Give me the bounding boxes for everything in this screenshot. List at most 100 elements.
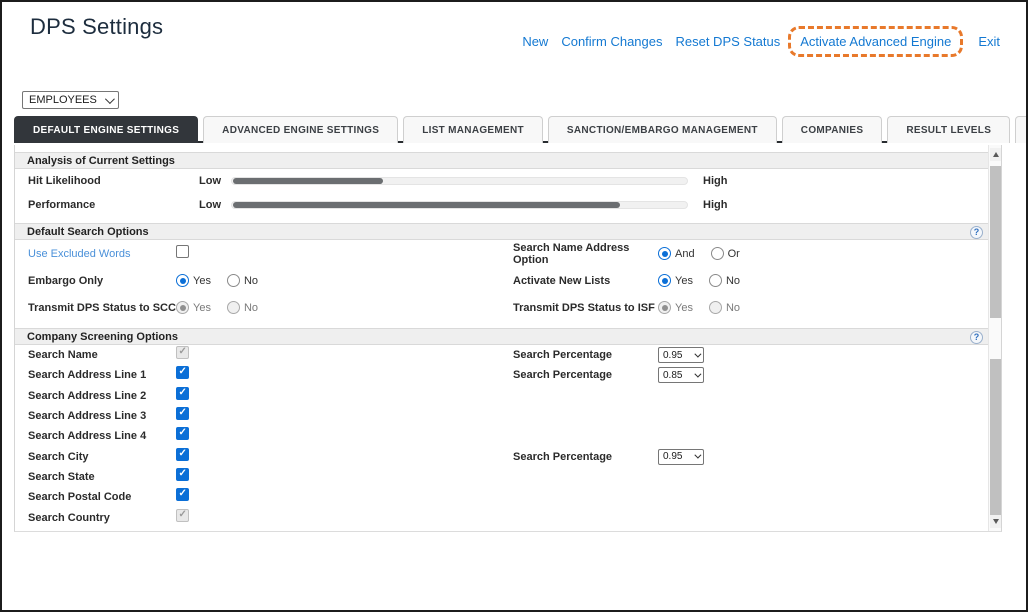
section-default-search-options: Default Search Options ? Use Excluded Wo… xyxy=(15,223,988,321)
screening-row: Search Address Line 2 xyxy=(15,386,988,406)
activate-new-lists-radio-group: Yes No xyxy=(658,274,988,287)
exit-link[interactable]: Exit xyxy=(978,34,1000,49)
scroll-up-button[interactable] xyxy=(990,148,1001,161)
radio-label: And xyxy=(675,248,695,260)
low-label: Low xyxy=(199,199,231,211)
confirm-changes-link[interactable]: Confirm Changes xyxy=(561,34,662,49)
new-link[interactable]: New xyxy=(522,34,548,49)
chevron-down-icon xyxy=(694,370,701,377)
screening-row: Search State xyxy=(15,467,988,487)
radio-or[interactable] xyxy=(711,247,724,260)
chevron-down-icon xyxy=(105,94,115,104)
scroll-down-button[interactable] xyxy=(990,515,1001,528)
radio-and[interactable] xyxy=(658,247,671,260)
use-excluded-words-link[interactable]: Use Excluded Words xyxy=(28,248,176,260)
help-icon[interactable]: ? xyxy=(970,331,983,344)
meter-fill xyxy=(233,178,383,184)
tab-advanced-engine-settings[interactable]: ADVANCED ENGINE SETTINGS xyxy=(203,116,398,143)
action-bar: New Confirm Changes Reset DPS Status Act… xyxy=(509,26,1000,57)
scrollbar-thumb[interactable] xyxy=(990,166,1001,318)
transmit-dps-status-scc-label: Transmit DPS Status to SCC xyxy=(28,302,176,314)
tab-sanction-embargo-management[interactable]: SANCTION/EMBARGO MANAGEMENT xyxy=(548,116,777,143)
radio-label: No xyxy=(244,302,258,314)
search-name-address-option-label: Search Name Address Option xyxy=(513,242,658,266)
search-city-checkbox[interactable] xyxy=(176,448,189,461)
option-row: Use Excluded Words Search Name Address O… xyxy=(15,240,988,267)
vertical-scrollbar[interactable] xyxy=(988,145,1001,531)
radio-yes-disabled xyxy=(658,301,671,314)
search-percentage-label: Search Percentage xyxy=(513,369,658,381)
meter-fill xyxy=(233,202,620,208)
scrollbar-thumb[interactable] xyxy=(990,359,1001,516)
low-label: Low xyxy=(199,175,231,187)
tab-default-engine-settings[interactable]: DEFAULT ENGINE SETTINGS xyxy=(14,116,198,143)
radio-yes[interactable] xyxy=(658,274,671,287)
hit-likelihood-meter xyxy=(231,177,688,185)
search-percentage-select[interactable]: 0.85 xyxy=(658,367,704,383)
option-row: Embargo Only Yes No Activate New Lists Y… xyxy=(15,267,988,294)
radio-no-disabled xyxy=(709,301,722,314)
search-postal-code-checkbox[interactable] xyxy=(176,488,189,501)
screening-row: Search City Search Percentage 0.95 xyxy=(15,446,988,466)
entity-type-value: EMPLOYEES xyxy=(29,94,105,106)
section-company-screening-options: Company Screening Options ? Search Name … xyxy=(15,328,988,528)
search-address-line-4-label: Search Address Line 4 xyxy=(28,430,176,442)
section-header-company-screening: Company Screening Options ? xyxy=(15,328,988,345)
search-name-label: Search Name xyxy=(28,349,176,361)
screening-row: Search Name Search Percentage 0.95 xyxy=(15,345,988,365)
section-header-analysis: Analysis of Current Settings xyxy=(15,152,988,169)
search-percentage-select[interactable]: 0.95 xyxy=(658,347,704,363)
transmit-dps-status-isf-radio-group: Yes No xyxy=(658,301,988,314)
radio-yes[interactable] xyxy=(176,274,189,287)
search-postal-code-label: Search Postal Code xyxy=(28,491,176,503)
performance-meter xyxy=(231,201,688,209)
activate-advanced-engine-link[interactable]: Activate Advanced Engine xyxy=(800,34,951,49)
section-title: Company Screening Options xyxy=(27,331,178,343)
chevron-down-icon xyxy=(694,452,701,459)
high-label: High xyxy=(688,175,988,187)
select-value: 0.95 xyxy=(663,350,694,361)
search-address-line-2-checkbox[interactable] xyxy=(176,387,189,400)
radio-label: Yes xyxy=(193,302,211,314)
screening-row: Search Address Line 4 xyxy=(15,426,988,446)
entity-type-select[interactable]: EMPLOYEES xyxy=(22,91,119,109)
option-row: Transmit DPS Status to SCC Yes No Transm… xyxy=(15,294,988,321)
search-percentage-label: Search Percentage xyxy=(513,451,658,463)
page-title: DPS Settings xyxy=(30,14,163,40)
help-icon[interactable]: ? xyxy=(970,226,983,239)
slider-label: Performance xyxy=(28,199,199,211)
search-name-checkbox-disabled xyxy=(176,346,189,359)
radio-label: Yes xyxy=(675,275,693,287)
tab-result-levels[interactable]: RESULT LEVELS xyxy=(887,116,1010,143)
reset-dps-status-link[interactable]: Reset DPS Status xyxy=(675,34,780,49)
search-state-checkbox[interactable] xyxy=(176,468,189,481)
use-excluded-words-checkbox[interactable] xyxy=(176,245,189,258)
tab-companies[interactable]: COMPANIES xyxy=(782,116,883,143)
radio-no-disabled xyxy=(227,301,240,314)
search-address-line-2-label: Search Address Line 2 xyxy=(28,390,176,402)
tab-list-management[interactable]: LIST MANAGEMENT xyxy=(403,116,543,143)
tab-escalation[interactable]: ESCALATION xyxy=(1015,116,1028,143)
transmit-dps-status-scc-radio-group: Yes No xyxy=(176,301,513,314)
activate-advanced-engine-highlight: Activate Advanced Engine xyxy=(788,26,963,57)
arrow-down-icon xyxy=(993,519,999,524)
search-percentage-label: Search Percentage xyxy=(513,349,658,361)
transmit-dps-status-isf-label: Transmit DPS Status to ISF xyxy=(513,302,658,314)
embargo-only-radio-group: Yes No xyxy=(176,274,513,287)
search-address-line-4-checkbox[interactable] xyxy=(176,427,189,440)
search-city-label: Search City xyxy=(28,451,176,463)
screening-row: Search Country xyxy=(15,507,988,527)
section-analysis: Analysis of Current Settings Hit Likelih… xyxy=(15,152,988,217)
search-percentage-select[interactable]: 0.95 xyxy=(658,449,704,465)
arrow-up-icon xyxy=(993,152,999,157)
embargo-only-label: Embargo Only xyxy=(28,275,176,287)
radio-label: Yes xyxy=(193,275,211,287)
select-value: 0.95 xyxy=(663,451,694,462)
radio-no[interactable] xyxy=(709,274,722,287)
screening-row: Search Postal Code xyxy=(15,487,988,507)
radio-label: No xyxy=(244,275,258,287)
search-address-line-1-checkbox[interactable] xyxy=(176,366,189,379)
search-address-line-3-checkbox[interactable] xyxy=(176,407,189,420)
radio-no[interactable] xyxy=(227,274,240,287)
slider-label: Hit Likelihood xyxy=(28,175,199,187)
